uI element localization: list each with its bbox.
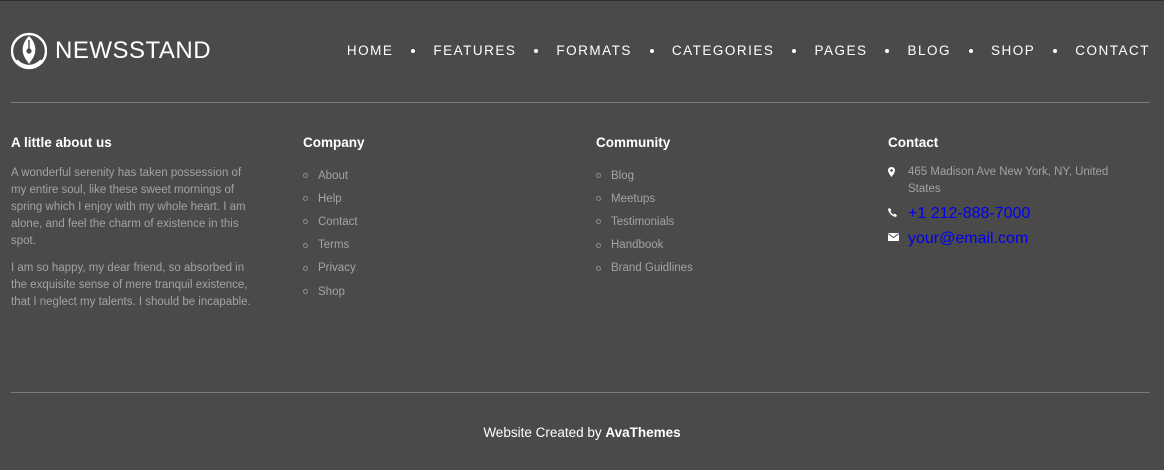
link-blog[interactable]: Blog — [611, 168, 634, 184]
header: NEWSSTAND HOME FEATURES FORMATS CATEGORI… — [11, 31, 1150, 73]
link-shop[interactable]: Shop — [318, 284, 345, 300]
circle-bullet-icon — [303, 219, 308, 225]
nav-separator — [534, 49, 539, 53]
contact-email: your@email.com — [888, 230, 1128, 248]
circle-bullet-icon — [303, 242, 308, 248]
credit-line: Website Created by AvaThemes — [0, 424, 1164, 442]
link-terms[interactable]: Terms — [318, 237, 349, 253]
list-item: Terms — [303, 234, 543, 257]
circle-bullet-icon — [303, 289, 308, 295]
circle-bullet-icon — [596, 173, 601, 179]
contact-address: 465 Madison Ave New York, NY, United Sta… — [888, 164, 1128, 198]
list-item: Help — [303, 187, 543, 210]
main-nav: HOME FEATURES FORMATS CATEGORIES PAGES B… — [347, 42, 1150, 60]
circle-bullet-icon — [303, 196, 308, 202]
link-about[interactable]: About — [318, 168, 348, 184]
nav-separator — [885, 49, 890, 53]
link-meetups[interactable]: Meetups — [611, 191, 655, 207]
phone-icon — [888, 205, 908, 217]
about-paragraph: I am so happy, my dear friend, so absorb… — [11, 262, 251, 308]
link-brand-guidelines[interactable]: Brand Guidlines — [611, 260, 693, 276]
about-paragraph: A wonderful serenity has taken possessio… — [11, 167, 246, 247]
list-item: Contact — [303, 210, 543, 233]
pen-nib-logo-icon — [11, 32, 47, 70]
list-item: Handbook — [596, 234, 836, 257]
nav-blog[interactable]: BLOG — [907, 42, 951, 60]
company-links: About Help Contact Terms Privacy Shop — [303, 164, 543, 303]
phone-link[interactable]: +1 212-888-7000 — [908, 205, 1030, 223]
brand-name: NEWSSTAND — [55, 37, 212, 64]
envelope-icon — [888, 230, 908, 241]
logo-link[interactable]: NEWSSTAND — [11, 31, 211, 71]
list-item: Meetups — [596, 187, 836, 210]
list-item: About — [303, 164, 543, 187]
circle-bullet-icon — [596, 242, 601, 248]
link-help[interactable]: Help — [318, 191, 342, 207]
author-link[interactable]: AvaThemes — [605, 425, 680, 440]
nav-separator — [411, 49, 416, 53]
nav-formats[interactable]: FORMATS — [556, 42, 632, 60]
contact-phone: +1 212-888-7000 — [888, 205, 1128, 223]
nav-separator — [968, 49, 973, 53]
contact-title: Contact — [888, 135, 939, 150]
divider — [11, 392, 1150, 393]
credit-prefix: Website Created by — [483, 425, 606, 440]
nav-shop[interactable]: SHOP — [991, 42, 1035, 60]
company-section: Company About Help Contact Terms Privacy… — [303, 134, 543, 303]
map-pin-icon — [888, 164, 908, 177]
list-item: Brand Guidlines — [596, 257, 836, 280]
company-title: Company — [303, 135, 365, 150]
community-links: Blog Meetups Testimonials Handbook Brand… — [596, 164, 836, 280]
community-section: Community Blog Meetups Testimonials Hand… — [596, 134, 836, 280]
link-contact[interactable]: Contact — [318, 214, 358, 230]
nav-contact[interactable]: CONTACT — [1075, 42, 1150, 60]
about-title: A little about us — [11, 135, 112, 150]
circle-bullet-icon — [596, 265, 601, 271]
nav-features[interactable]: FEATURES — [433, 42, 516, 60]
divider — [11, 102, 1150, 103]
community-title: Community — [596, 135, 671, 150]
email-link[interactable]: your@email.com — [908, 230, 1028, 248]
circle-bullet-icon — [596, 219, 601, 225]
list-item: Testimonials — [596, 210, 836, 233]
nav-home[interactable]: HOME — [347, 42, 394, 60]
site-footer: NEWSSTAND HOME FEATURES FORMATS CATEGORI… — [0, 0, 1164, 470]
nav-pages[interactable]: PAGES — [814, 42, 867, 60]
contact-list: 465 Madison Ave New York, NY, United Sta… — [888, 164, 1128, 248]
contact-section: Contact 465 Madison Ave New York, NY, Un… — [888, 134, 1128, 255]
nav-separator — [1053, 49, 1058, 53]
circle-bullet-icon — [596, 196, 601, 202]
circle-bullet-icon — [303, 173, 308, 179]
nav-categories[interactable]: CATEGORIES — [672, 42, 775, 60]
link-privacy[interactable]: Privacy — [318, 260, 356, 276]
list-item: Privacy — [303, 257, 543, 280]
nav-separator — [649, 49, 654, 53]
nav-separator — [792, 49, 797, 53]
list-item: Blog — [596, 164, 836, 187]
address-text: 465 Madison Ave New York, NY, United Sta… — [908, 166, 1109, 195]
about-section: A little about us A wonderful serenity h… — [11, 134, 251, 321]
link-testimonials[interactable]: Testimonials — [611, 214, 674, 230]
circle-bullet-icon — [303, 265, 308, 271]
list-item: Shop — [303, 280, 543, 303]
link-handbook[interactable]: Handbook — [611, 237, 663, 253]
